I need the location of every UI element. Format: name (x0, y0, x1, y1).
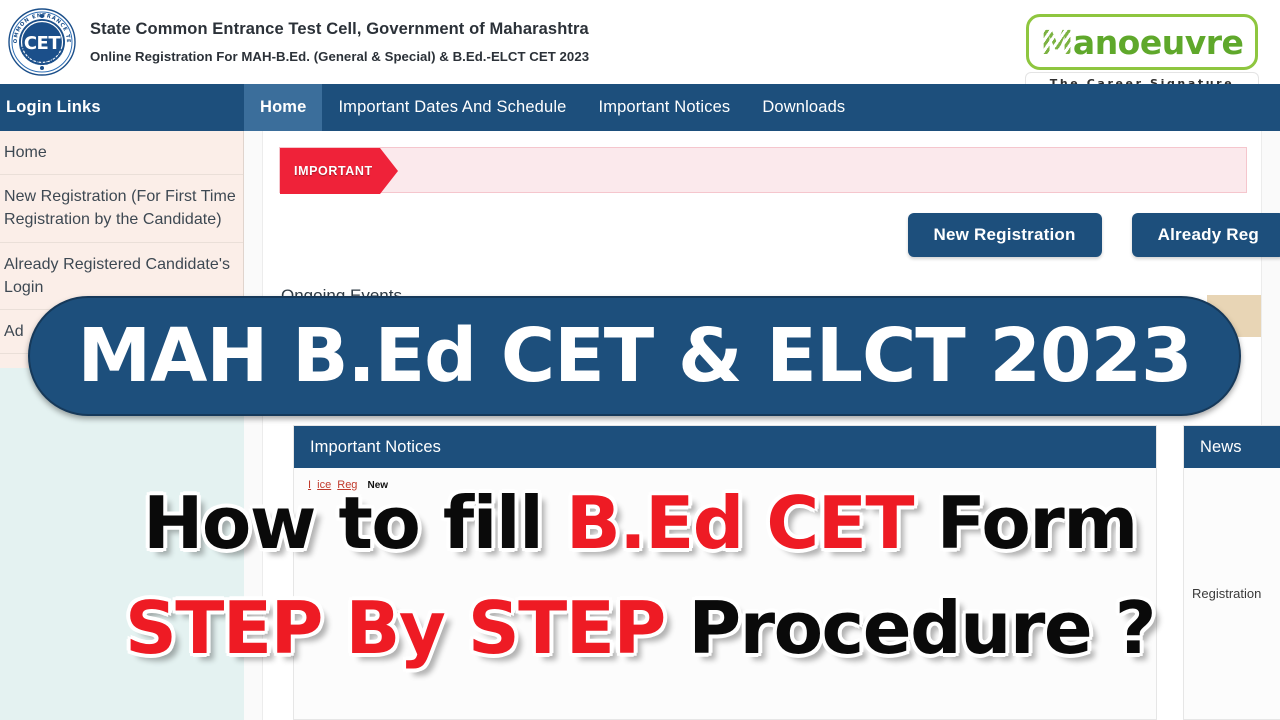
page-title: State Common Entrance Test Cell, Governm… (90, 19, 589, 38)
manoeuvre-logo-box: Manoeuvre (1026, 14, 1258, 70)
main-content-card: IMPORTANT New Registration Already Reg O… (262, 131, 1280, 720)
action-button-row: New Registration Already Reg (907, 213, 1280, 257)
important-badge: IMPORTANT (280, 148, 398, 194)
tab-important-notices[interactable]: Important Notices (582, 84, 746, 131)
manoeuvre-wordmark: Manoeuvre (1041, 26, 1244, 59)
notice-link-a[interactable]: I (308, 479, 311, 491)
sidebar-item-already-registered-login[interactable]: Already Registered Candidate's Login (0, 243, 243, 310)
tab-important-dates-and-schedule[interactable]: Important Dates And Schedule (322, 84, 582, 131)
notice-new-badge: New (367, 480, 389, 491)
login-links-header: Login Links (0, 84, 244, 131)
top-nav-bar: Login Links Home Important Dates And Sch… (0, 84, 1280, 131)
already-registered-button[interactable]: Already Reg (1131, 213, 1280, 257)
page-subtitle: Online Registration For MAH-B.Ed. (Gener… (90, 49, 590, 65)
left-sidebar: Home New Registration (For First Time Re… (0, 131, 244, 368)
sidebar-item-home[interactable]: Home (0, 131, 243, 176)
tab-home[interactable]: Home (244, 84, 323, 131)
svg-text:CET: CET (24, 33, 62, 54)
nav-item-list: Home Important Dates And Schedule Import… (244, 84, 861, 131)
browser-page: CET STATE COMMON ENTRANCE TEST CELL MAHA… (0, 0, 1280, 720)
manoeuvre-logo: Manoeuvre The Career Signature (1026, 14, 1258, 94)
sidebar-item-new-registration[interactable]: New Registration (For First Time Registr… (0, 175, 243, 243)
manoeuvre-name-rest: anoeuvre (1072, 22, 1244, 62)
news-panel: News Registration (1183, 425, 1280, 720)
new-registration-button[interactable]: New Registration (907, 213, 1102, 257)
page-background-left (0, 368, 244, 720)
manoeuvre-m-glyph: M (1040, 22, 1074, 62)
news-list-item: Registration (1192, 586, 1262, 601)
cet-logo: CET STATE COMMON ENTRANCE TEST CELL MAHA… (6, 4, 76, 76)
decorative-tan-band (1207, 295, 1261, 337)
news-panel-title: News (1184, 426, 1280, 468)
important-notices-panel-title: Important Notices (294, 426, 1156, 468)
sidebar-item-admin[interactable]: Ad (0, 310, 243, 355)
ongoing-events-heading: Ongoing Events (281, 286, 402, 305)
login-links-label: Login Links (6, 98, 101, 116)
important-notices-panel: Important Notices I ice Reg New (293, 425, 1157, 720)
notice-link-c[interactable]: Reg (337, 479, 357, 491)
important-banner: IMPORTANT (279, 147, 1247, 194)
header-text-block: State Common Entrance Test Cell, Governm… (90, 20, 589, 65)
notice-list-item: I ice Reg New (294, 468, 1156, 494)
tab-downloads[interactable]: Downloads (746, 84, 861, 131)
main-content: IMPORTANT New Registration Already Reg O… (244, 131, 1280, 720)
notice-link-b[interactable]: ice (317, 479, 331, 491)
